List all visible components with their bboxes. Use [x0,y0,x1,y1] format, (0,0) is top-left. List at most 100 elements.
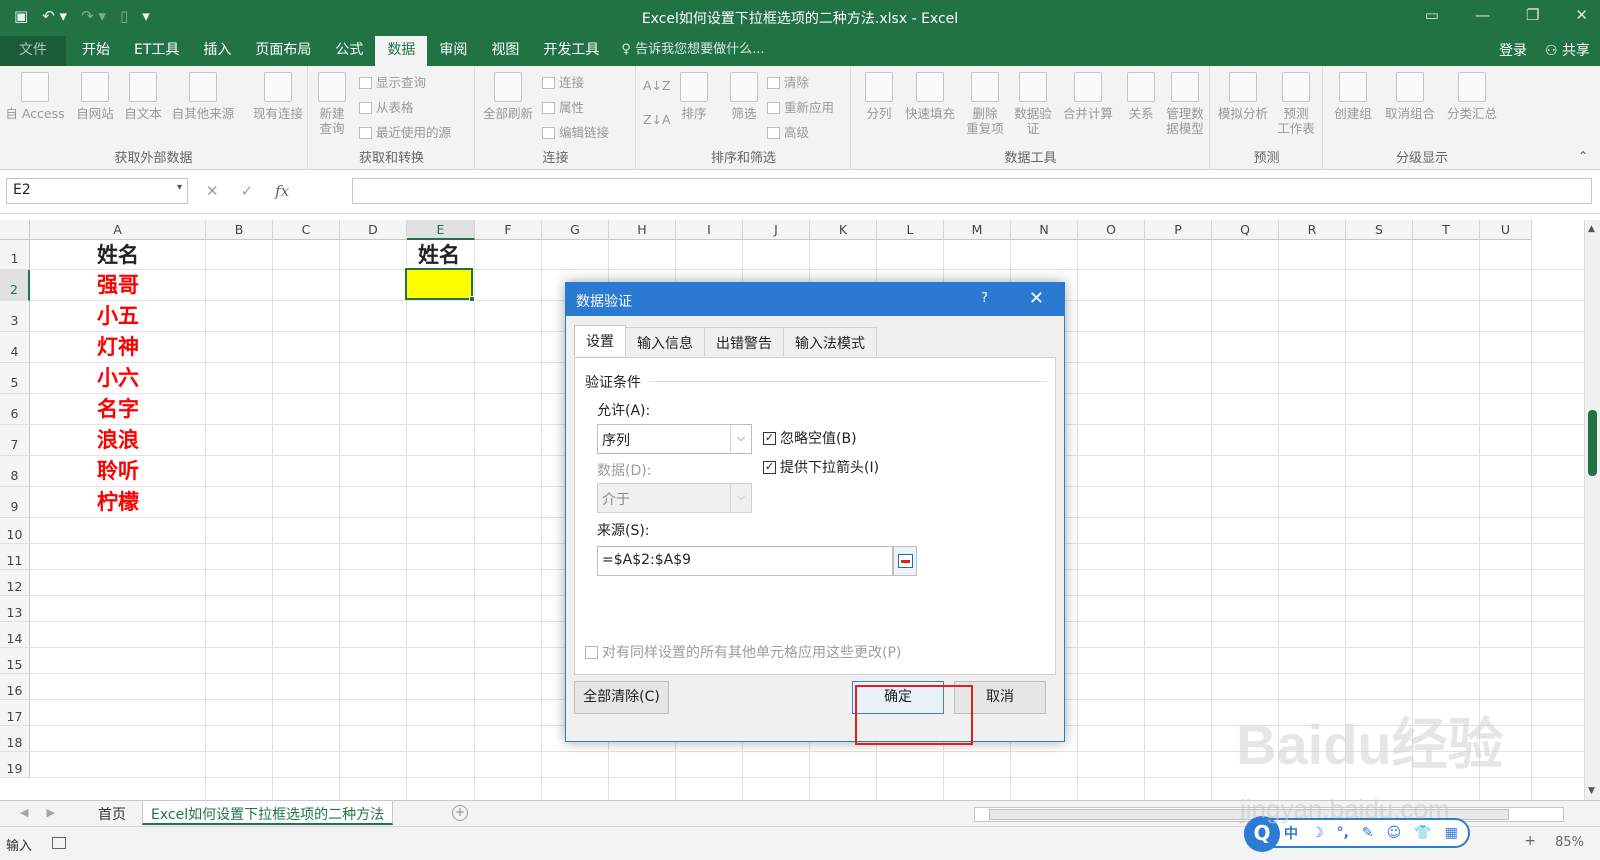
clear-filter-button[interactable]: 清除 [767,72,809,91]
sheet-tab-home[interactable]: 首页 [90,801,134,825]
source-input[interactable]: =$A$2:$A$9 [597,546,893,576]
scroll-down-icon[interactable]: ▼ [1588,786,1595,796]
ignore-blank-checkbox[interactable]: ✓ 忽略空值(B) [763,428,857,448]
ime-punctuation-icon[interactable]: °, [1337,825,1349,841]
chevron-down-icon[interactable]: ⌵ [730,425,751,453]
column-header-q[interactable]: Q [1212,220,1279,240]
ime-emoji-icon[interactable]: ☺ [1387,825,1402,841]
row-header-6[interactable]: 6 [0,394,30,425]
row-header-7[interactable]: 7 [0,425,30,456]
row-header-9[interactable]: 9 [0,487,30,518]
formula-input[interactable] [352,178,1592,204]
column-header-p[interactable]: P [1145,220,1212,240]
vertical-scroll-thumb[interactable] [1588,410,1597,476]
tab-home[interactable]: 开始 [70,36,122,66]
tab-error-alert[interactable]: 出错警告 [704,327,784,356]
row-header-12[interactable]: 12 [0,570,30,596]
column-header-t[interactable]: T [1413,220,1480,240]
refresh-all-button[interactable]: 全部刷新 [478,72,538,121]
row-header-15[interactable]: 15 [0,648,30,674]
vertical-scrollbar[interactable]: ▲ ▼ [1584,220,1600,800]
tell-me-search[interactable]: ♀ 告诉我您想要做什么... [611,36,764,66]
insert-function-icon[interactable]: fx [275,182,289,200]
column-header-j[interactable]: J [743,220,810,240]
tab-ime-mode[interactable]: 输入法模式 [783,327,877,356]
ungroup-button[interactable]: 取消组合 [1380,72,1440,121]
zoom-level[interactable]: 85% [1555,835,1584,850]
tab-formulas[interactable]: 公式 [323,36,375,66]
allow-select[interactable]: 序列 ⌵ [597,424,752,454]
group-button[interactable]: 创建组 [1328,72,1378,121]
row-header-18[interactable]: 18 [0,726,30,752]
row-header-13[interactable]: 13 [0,596,30,622]
consolidate-button[interactable]: 合并计算 [1058,72,1118,121]
confirm-edit-icon[interactable]: ✓ [241,182,254,200]
tab-insert[interactable]: 插入 [191,36,243,66]
cell-a2[interactable]: 强哥 [30,270,206,301]
column-header-f[interactable]: F [475,220,542,240]
select-all-corner[interactable] [0,220,30,240]
tab-developer[interactable]: 开发工具 [531,36,611,66]
from-text-button[interactable]: 自文本 [120,72,166,121]
cell-a3[interactable]: 小五 [30,301,206,332]
column-header-u[interactable]: U [1480,220,1532,240]
properties-button[interactable]: 属性 [542,97,584,116]
column-header-d[interactable]: D [340,220,407,240]
sort-asc-icon[interactable]: A↓Z [643,78,671,93]
row-header-4[interactable]: 4 [0,332,30,363]
data-validation-button[interactable]: 数据验 证 [1010,72,1056,136]
from-table-button[interactable]: 从表格 [359,97,414,116]
cell-a1[interactable]: 姓名 [30,240,206,270]
ime-menu-icon[interactable]: ▦ [1445,825,1458,841]
ribbon-display-icon[interactable]: ▭ [1425,6,1439,24]
cell-a7[interactable]: 浪浪 [30,425,206,456]
column-header-h[interactable]: H [609,220,676,240]
subtotal-button[interactable]: 分类汇总 [1442,72,1502,121]
fill-handle[interactable] [469,296,475,302]
column-header-a[interactable]: A [30,220,206,240]
what-if-button[interactable]: 模拟分析 [1213,72,1273,121]
row-header-8[interactable]: 8 [0,456,30,487]
show-queries-button[interactable]: 显示查询 [359,72,426,91]
column-header-b[interactable]: B [206,220,273,240]
tab-page-layout[interactable]: 页面布局 [243,36,323,66]
apply-all-checkbox[interactable]: 对有同样设置的所有其他单元格应用这些更改(P) [585,642,901,662]
column-header-k[interactable]: K [810,220,877,240]
column-header-n[interactable]: N [1011,220,1078,240]
ime-chinese-mode[interactable]: 中 [1284,823,1298,843]
connections-button[interactable]: 连接 [542,72,584,91]
range-select-button[interactable] [893,546,917,576]
scroll-up-icon[interactable]: ▲ [1588,224,1595,234]
cell-e2-selected[interactable] [405,268,475,302]
from-other-button[interactable]: 自其他来源 [166,72,240,121]
dialog-close-icon[interactable]: ✕ [1029,288,1044,309]
row-header-3[interactable]: 3 [0,301,30,332]
cell-a9[interactable]: 柠檬 [30,487,206,518]
column-header-r[interactable]: R [1279,220,1346,240]
advanced-filter-button[interactable]: 高级 [767,122,809,141]
text-to-columns-button[interactable]: 分列 [856,72,902,121]
column-header-g[interactable]: G [542,220,609,240]
row-header-2[interactable]: 2 [0,270,30,301]
ime-skin-icon[interactable]: 👕 [1414,825,1431,841]
flash-fill-button[interactable]: 快速填充 [900,72,960,121]
edit-links-button[interactable]: 编辑链接 [542,122,609,141]
row-header-16[interactable]: 16 [0,674,30,700]
tab-et-tools[interactable]: ET工具 [122,36,191,66]
column-header-l[interactable]: L [877,220,944,240]
close-window-icon[interactable]: ✕ [1575,6,1588,24]
column-header-o[interactable]: O [1078,220,1145,240]
clear-all-button[interactable]: 全部清除(C) [574,681,669,714]
sort-button[interactable]: 排序 [671,72,717,121]
recent-sources-button[interactable]: 最近使用的源 [359,122,451,141]
name-box[interactable]: E2 ▾ [6,178,188,204]
row-header-1[interactable]: 1 [0,240,30,270]
ime-moon-icon[interactable]: ☽ [1311,825,1324,841]
forecast-sheet-button[interactable]: 预测 工作表 [1273,72,1319,136]
cell-a4[interactable]: 灯神 [30,332,206,363]
manage-data-model-button[interactable]: 管理数 据模型 [1162,72,1208,136]
row-header-11[interactable]: 11 [0,544,30,570]
tab-settings[interactable]: 设置 [574,325,626,356]
share-button[interactable]: ⚇ 共享 [1545,40,1590,60]
collapse-ribbon-icon[interactable]: ⌃ [1578,149,1588,163]
